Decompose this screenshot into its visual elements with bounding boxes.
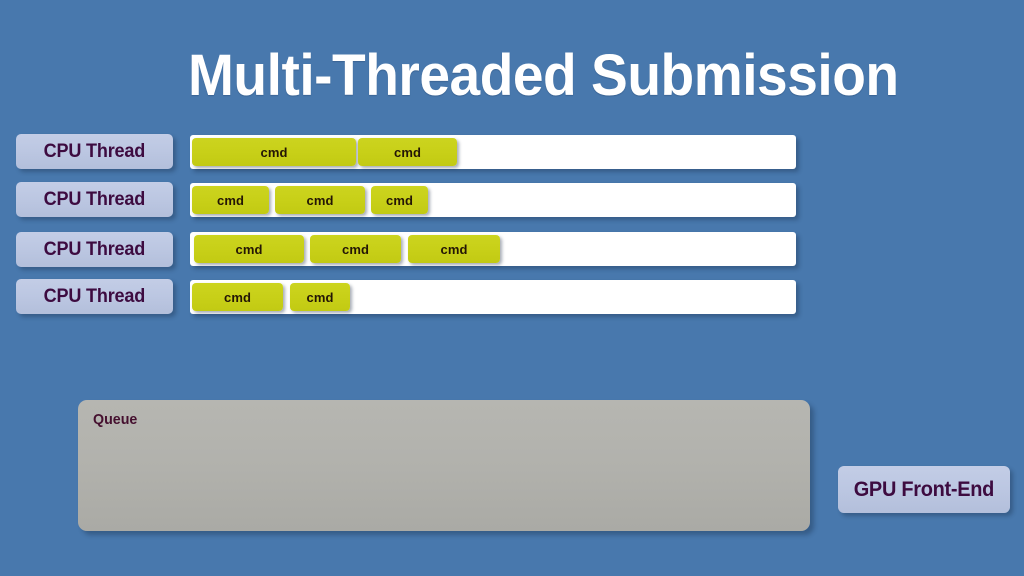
cmd-block-label: cmd	[223, 289, 252, 305]
page-title: Multi-Threaded Submission	[188, 43, 899, 108]
cmd-block-label: cmd	[235, 241, 263, 257]
cmd-block: cmd	[358, 138, 457, 166]
queue-box: Queue	[78, 400, 810, 531]
cmd-block: cmd	[275, 186, 365, 214]
cmd-block: cmd	[408, 235, 500, 263]
cmd-block: cmd	[192, 283, 283, 311]
cmd-block-label: cmd	[385, 192, 414, 208]
cpu-thread-label-text: CPU Thread	[43, 140, 146, 162]
cmd-block: cmd	[192, 186, 269, 214]
cmd-block: cmd	[371, 186, 428, 214]
cmd-block: cmd	[192, 138, 356, 166]
cmd-block: cmd	[290, 283, 350, 311]
cpu-thread-label-1: CPU Thread	[16, 134, 173, 169]
cmd-block-label: cmd	[306, 289, 334, 305]
queue-label: Queue	[93, 411, 138, 428]
gpu-front-end-label: GPU Front-End	[853, 477, 995, 501]
slide-canvas: Multi-Threaded Submission CPU Thread cmd c…	[0, 0, 1024, 576]
cmd-block-label: cmd	[260, 144, 288, 160]
cmd-block-label: cmd	[306, 192, 334, 208]
cmd-block: cmd	[310, 235, 401, 263]
cmd-block: cmd	[194, 235, 304, 263]
cpu-thread-label-text: CPU Thread	[43, 188, 146, 210]
cpu-thread-label-3: CPU Thread	[16, 232, 173, 267]
cpu-thread-label-text: CPU Thread	[43, 238, 146, 260]
cpu-thread-label-text: CPU Thread	[43, 285, 146, 307]
cpu-thread-label-2: CPU Thread	[16, 182, 173, 217]
gpu-front-end-box: GPU Front-End	[838, 466, 1010, 513]
cmd-block-label: cmd	[341, 241, 370, 257]
cmd-block-label: cmd	[216, 192, 245, 208]
cmd-block-label: cmd	[393, 144, 422, 160]
cpu-thread-label-4: CPU Thread	[16, 279, 173, 314]
cmd-block-label: cmd	[440, 241, 468, 257]
